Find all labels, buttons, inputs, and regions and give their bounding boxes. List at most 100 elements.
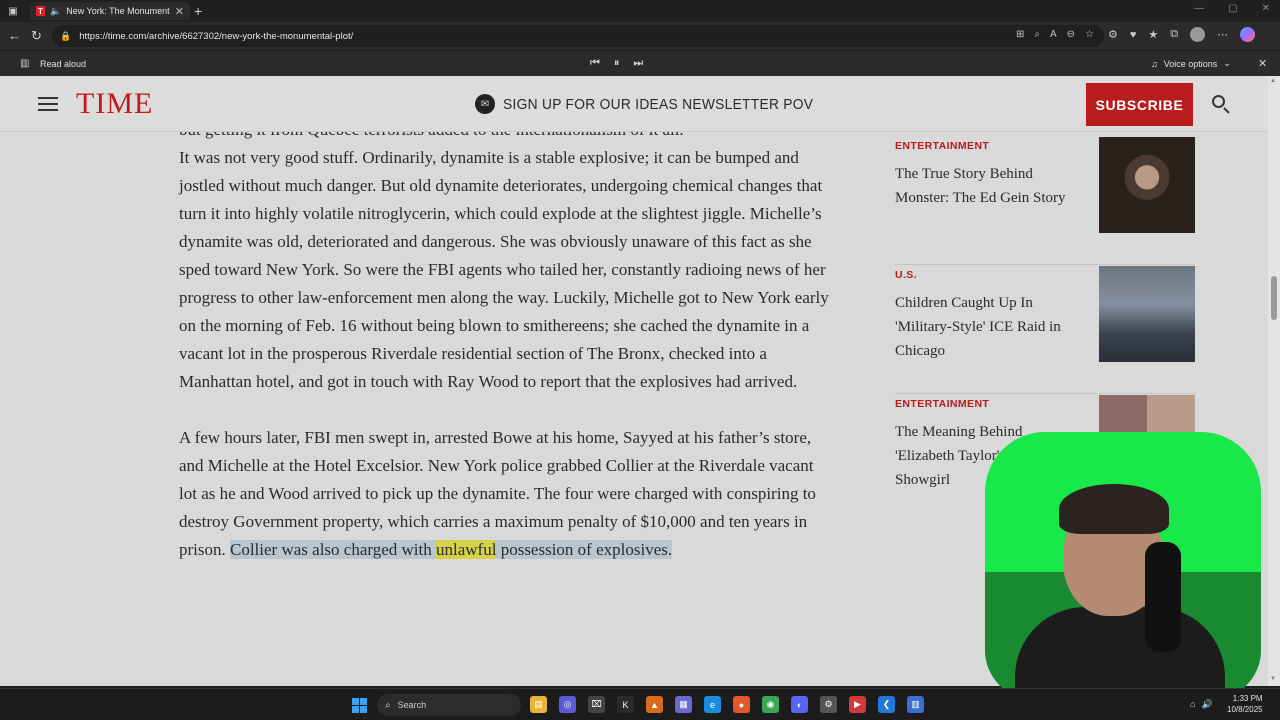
- story-thumbnail[interactable]: [1099, 137, 1195, 233]
- collections-icon[interactable]: ⧉: [1170, 28, 1178, 41]
- vlc-icon[interactable]: ▲: [646, 696, 663, 713]
- highlighted-word: unlawful: [436, 540, 497, 559]
- person-body: [1015, 607, 1225, 700]
- pause-icon[interactable]: ⏸: [614, 57, 620, 70]
- app-icon[interactable]: K: [617, 696, 634, 713]
- zoom-icon[interactable]: ⌕: [1034, 29, 1040, 40]
- read-aloud-label: Read aloud: [40, 59, 87, 69]
- chevron-down-icon: ⌄: [1223, 58, 1231, 68]
- refresh-icon[interactable]: ↻: [31, 28, 42, 44]
- chrome-icon[interactable]: ◉: [762, 696, 779, 713]
- clock-date: 10/8/2025: [1227, 705, 1263, 714]
- next-icon[interactable]: ⏭: [633, 57, 643, 70]
- tab-overview-icon[interactable]: ▣: [0, 0, 26, 22]
- back-icon[interactable]: ←: [8, 28, 21, 43]
- taskbar-search[interactable]: ⌕ Search: [377, 694, 521, 716]
- favorite-star-icon[interactable]: ☆: [1085, 29, 1094, 40]
- favorites-icon[interactable]: ★: [1148, 28, 1158, 41]
- audio-playing-icon[interactable]: 🔈: [50, 6, 61, 17]
- person-hair: [1059, 484, 1169, 534]
- previous-icon[interactable]: ⏮: [590, 57, 600, 70]
- page-scrollbar[interactable]: ▲ ▼: [1268, 76, 1280, 686]
- edge-icon[interactable]: e: [704, 696, 721, 713]
- story-card[interactable]: ENTERTAINMENT The True Story Behind Mons…: [895, 136, 1195, 265]
- profile-avatar[interactable]: [1190, 27, 1206, 42]
- article-body: but getting it from Quebec terrorists ad…: [179, 116, 829, 592]
- taskbar-clock[interactable]: 1:33 PM 10/8/2025: [1227, 693, 1263, 715]
- file-explorer-icon[interactable]: ▤: [530, 696, 547, 713]
- tab-title: New York: The Monumental: [66, 6, 170, 16]
- tab-bar: ▣ T 🔈 New York: The Monumental ✕ + — ▢ ✕: [0, 0, 1280, 22]
- address-bar-row: ← ↻ 🔒 https://time.com/archive/6627302/n…: [0, 22, 1280, 50]
- scroll-up-icon[interactable]: ▲: [1270, 78, 1276, 84]
- webcam-overlay: [985, 432, 1261, 700]
- taskbar-search-text: Search: [397, 700, 427, 710]
- discord-icon[interactable]: ◐: [791, 696, 808, 713]
- close-window-icon[interactable]: ✕: [1262, 3, 1270, 14]
- media-icon[interactable]: ▶: [849, 696, 866, 713]
- tab-close-icon[interactable]: ✕: [175, 5, 184, 18]
- immersive-reader-icon[interactable]: ⊖: [1067, 29, 1075, 40]
- network-icon[interactable]: ⌂: [1190, 699, 1195, 710]
- minimize-icon[interactable]: —: [1194, 3, 1204, 14]
- url-text[interactable]: https://time.com/archive/6627302/new-yor…: [79, 31, 353, 42]
- copilot-icon[interactable]: [1240, 27, 1256, 42]
- taskbar-apps: ▤ ◎ ⌧ K ▲ ▦ e ● ◉ ◐ ⚙ ▶ ❮ ▥: [530, 696, 924, 713]
- article-paragraph: It was not very good stuff. Ordinarily, …: [179, 148, 829, 391]
- read-aloud-bar: ▥ Read aloud ⏮ ⏸ ⏭ ♫ Voice options ⌄ ✕: [0, 50, 1280, 76]
- start-icon[interactable]: [352, 698, 367, 713]
- story-thumbnail[interactable]: [1099, 395, 1195, 435]
- story-card[interactable]: U.S. Children Caught Up In 'Military-Sty…: [895, 265, 1195, 394]
- url-field[interactable]: 🔒 https://time.com/archive/6627302/new-y…: [52, 25, 1104, 47]
- toolbar-icons: ⚙ ♥ ★ ⧉ ⋯: [1108, 27, 1256, 42]
- story-thumbnail[interactable]: [1099, 266, 1195, 362]
- site-header: TIME ✉ SIGN UP FOR OUR IDEAS NEWSLETTER …: [0, 76, 1268, 132]
- app-icon[interactable]: ⌧: [588, 696, 605, 713]
- story-category: ENTERTAINMENT: [895, 398, 990, 410]
- time-favicon-icon: T: [36, 6, 45, 16]
- close-read-aloud-icon[interactable]: ✕: [1258, 57, 1267, 70]
- time-logo[interactable]: TIME: [76, 87, 153, 121]
- volume-icon[interactable]: 🔊: [1201, 699, 1212, 710]
- new-tab-icon[interactable]: +: [194, 3, 202, 19]
- story-title[interactable]: The True Story Behind Monster: The Ed Ge…: [895, 162, 1085, 210]
- microphone: [1145, 542, 1181, 652]
- article-paragraph: A few hours later, FBI men swept in, arr…: [179, 424, 829, 564]
- clock-time: 1:33 PM: [1232, 694, 1263, 703]
- story-title[interactable]: Children Caught Up In 'Military-Style' I…: [895, 291, 1085, 363]
- menu-icon[interactable]: [38, 97, 58, 111]
- search-icon[interactable]: [1210, 93, 1232, 115]
- url-actions: ⊞ ⌕ A ⊖ ☆: [1016, 29, 1094, 40]
- highlight-text: Collier was also charged with: [230, 540, 437, 559]
- read-aloud-icon[interactable]: A: [1050, 29, 1057, 40]
- subscribe-button[interactable]: SUBSCRIBE: [1086, 83, 1193, 126]
- window-controls: — ▢ ✕: [1194, 3, 1270, 14]
- voice-options-button[interactable]: ♫ Voice options ⌄: [1151, 58, 1231, 69]
- app-icon[interactable]: ▥: [907, 696, 924, 713]
- scroll-down-icon[interactable]: ▼: [1270, 676, 1276, 682]
- voice-icon: ♫: [1151, 58, 1158, 69]
- story-category: U.S.: [895, 269, 918, 281]
- system-tray: ⌂ 🔊: [1190, 699, 1213, 710]
- firefox-icon[interactable]: ●: [733, 696, 750, 713]
- active-tab[interactable]: T 🔈 New York: The Monumental ✕: [30, 2, 190, 20]
- settings-icon[interactable]: ⚙: [820, 696, 837, 713]
- browser-essentials-icon[interactable]: ♥: [1130, 29, 1137, 41]
- more-options-icon[interactable]: ⋯: [1217, 28, 1228, 41]
- scroll-thumb[interactable]: [1271, 276, 1277, 320]
- app-available-icon[interactable]: ⊞: [1016, 29, 1024, 40]
- app-icon[interactable]: ◎: [559, 696, 576, 713]
- highlighted-sentence: Collier was also charged with unlawful p…: [230, 540, 673, 559]
- windows-taskbar: ⌕ Search ▤ ◎ ⌧ K ▲ ▦ e ● ◉ ◐ ⚙ ▶ ❮ ▥ ⌂ 🔊…: [0, 688, 1280, 720]
- read-aloud-bar-icon: ▥: [20, 58, 30, 69]
- playback-controls: ⏮ ⏸ ⏭: [590, 57, 643, 70]
- newsletter-link[interactable]: ✉ SIGN UP FOR OUR IDEAS NEWSLETTER POV: [475, 94, 840, 114]
- lock-icon[interactable]: 🔒: [60, 31, 71, 42]
- extensions-icon[interactable]: ⚙: [1108, 28, 1118, 41]
- vscode-icon[interactable]: ❮: [878, 696, 895, 713]
- newsletter-icon: ✉: [475, 94, 495, 114]
- maximize-icon[interactable]: ▢: [1228, 3, 1237, 14]
- app-icon[interactable]: ▦: [675, 696, 692, 713]
- story-category: ENTERTAINMENT: [895, 140, 990, 152]
- voice-options-label: Voice options: [1163, 58, 1218, 69]
